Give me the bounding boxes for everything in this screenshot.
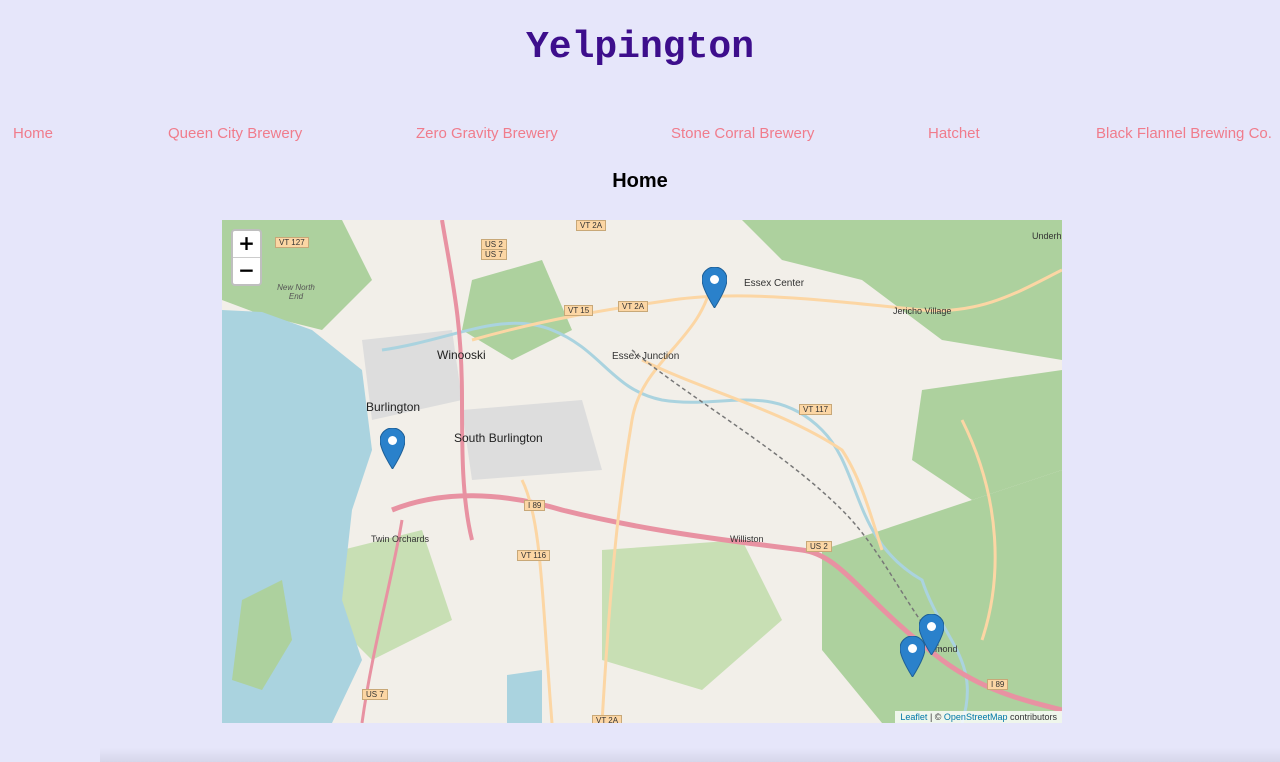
- road-shield: VT 117: [799, 404, 833, 415]
- zoom-in-button[interactable]: +: [233, 231, 260, 258]
- pond: [507, 670, 542, 723]
- map-attribution: Leaflet | © OpenStreetMap contributors: [895, 711, 1062, 723]
- zoom-out-button[interactable]: −: [233, 258, 260, 284]
- map-marker-icon[interactable]: [380, 428, 405, 469]
- map-label-essex-junction: Essex Junction: [612, 351, 680, 362]
- map-label-essex-center: Essex Center: [744, 278, 805, 289]
- road-shield: US 2: [806, 541, 832, 552]
- map-label-south-burlington: South Burlington: [454, 431, 543, 445]
- map-label-underhill: Underh: [1032, 231, 1062, 241]
- nav-link-queen-city-brewery[interactable]: Queen City Brewery: [168, 125, 302, 142]
- nav-link-stone-corral-brewery[interactable]: Stone Corral Brewery: [671, 125, 814, 142]
- zoom-control: + −: [231, 229, 262, 286]
- map[interactable]: Burlington South Burlington Winooski Ess…: [222, 220, 1062, 723]
- map-marker-icon[interactable]: [702, 267, 727, 308]
- map-label-twin-orchards: Twin Orchards: [371, 534, 430, 544]
- road-shield: VT 127: [275, 237, 309, 248]
- main-nav: Home Queen City Brewery Zero Gravity Bre…: [0, 125, 1280, 145]
- road-shield: VT 15: [564, 305, 594, 316]
- nav-link-hatchet[interactable]: Hatchet: [928, 125, 980, 142]
- road-shield: US 7: [481, 249, 507, 260]
- map-label-new-north-end: New North End: [277, 283, 315, 301]
- road-shield: VT 116: [517, 550, 551, 561]
- leaflet-link[interactable]: Leaflet: [900, 712, 927, 722]
- page-bottom-shadow: [100, 748, 1280, 762]
- road-shield: US 7: [362, 689, 388, 700]
- road-shield: I 89: [524, 500, 546, 511]
- attribution-separator: | ©: [927, 712, 944, 722]
- road-shield: VT 2A: [618, 301, 649, 312]
- road-shield: VT 2A: [592, 715, 623, 723]
- map-label-winooski: Winooski: [437, 348, 486, 362]
- nav-link-black-flannel-brewing[interactable]: Black Flannel Brewing Co.: [1096, 125, 1272, 142]
- attribution-suffix: contributors: [1007, 712, 1057, 722]
- map-label-jericho-village: Jericho Village: [893, 306, 952, 316]
- nav-link-zero-gravity-brewery[interactable]: Zero Gravity Brewery: [416, 125, 558, 142]
- map-marker-icon[interactable]: [900, 636, 925, 677]
- road-shield: VT 2A: [576, 220, 607, 231]
- page-heading: Home: [612, 170, 668, 192]
- map-label-williston: Williston: [730, 534, 764, 544]
- osm-link[interactable]: OpenStreetMap: [944, 712, 1008, 722]
- site-title: Yelpington: [525, 26, 755, 69]
- road-shield: I 89: [987, 679, 1009, 690]
- map-label-burlington: Burlington: [366, 400, 421, 414]
- nav-link-home[interactable]: Home: [13, 125, 53, 142]
